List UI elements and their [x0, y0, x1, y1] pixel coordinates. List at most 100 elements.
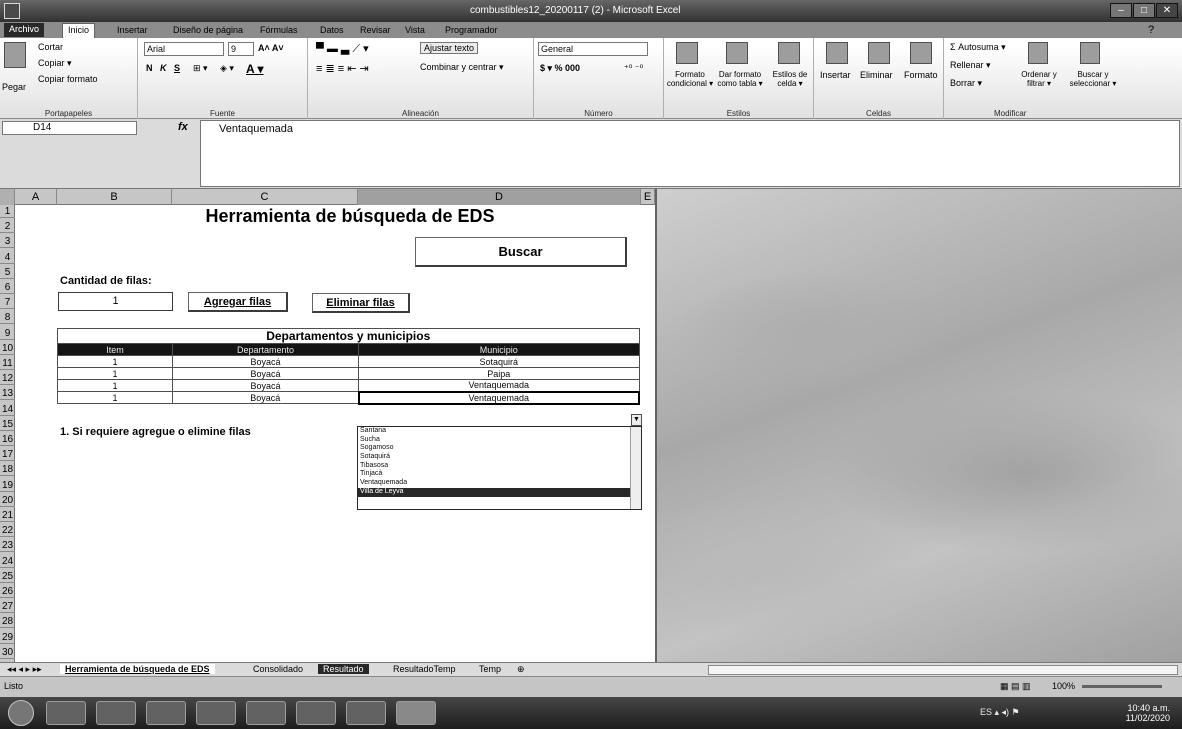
tab-formulas[interactable]: Fórmulas — [255, 24, 303, 36]
fx-icon[interactable]: fx — [178, 121, 188, 133]
sheet-nav-arrows-icon[interactable]: ◂◂ ◂ ▸ ▸▸ — [2, 664, 47, 675]
tab-vista[interactable]: Vista — [400, 24, 430, 36]
cut-button[interactable]: Cortar — [38, 42, 63, 52]
row-header[interactable]: 13 — [0, 387, 15, 401]
table-cell[interactable]: Sotaquirá — [358, 355, 640, 368]
formula-input[interactable]: Ventaquemada — [200, 120, 1180, 187]
add-rows-button[interactable]: Agregar filas — [188, 292, 288, 312]
paste-label[interactable]: Pegar — [2, 82, 26, 92]
row-header[interactable]: 1 — [0, 205, 15, 218]
zoom-level[interactable]: 100% — [1052, 681, 1075, 691]
row-header[interactable]: 25 — [0, 570, 15, 583]
table-cell[interactable]: 1 — [57, 391, 173, 404]
horizontal-scrollbar[interactable] — [708, 665, 1178, 675]
copy-button[interactable]: Copiar ▾ — [38, 58, 72, 69]
delete-cells-icon[interactable] — [868, 42, 890, 64]
row-header[interactable]: 11 — [0, 357, 15, 370]
table-cell[interactable]: Boyacá — [172, 355, 359, 368]
tab-programador[interactable]: Programador — [440, 24, 503, 36]
row-header[interactable]: 26 — [0, 585, 15, 598]
folder-icon[interactable] — [346, 701, 386, 725]
sheet-tab-resultado[interactable]: Resultado — [318, 664, 369, 674]
format-button[interactable]: Formato — [904, 70, 938, 80]
format-painter-button[interactable]: Copiar formato — [38, 74, 98, 84]
row-header[interactable]: 4 — [0, 251, 15, 264]
row-header[interactable]: 29 — [0, 631, 15, 644]
row-header[interactable]: 9 — [0, 327, 15, 340]
remove-rows-button[interactable]: Eliminar filas — [312, 293, 410, 313]
row-header[interactable]: 30 — [0, 646, 15, 659]
row-header[interactable]: 14 — [0, 403, 15, 416]
row-header[interactable]: 3 — [0, 235, 15, 249]
clock[interactable]: 10:40 a.m. 11/02/2020 — [1126, 703, 1170, 723]
sheet-tab-resultadotemp[interactable]: ResultadoTemp — [388, 664, 461, 674]
sort-filter-button[interactable]: Ordenar y filtrar ▾ — [1014, 70, 1064, 88]
autosum-button[interactable]: Σ Autosuma ▾ — [950, 42, 1006, 53]
rows-count-input[interactable]: 1 — [58, 292, 173, 311]
cell-styles-icon[interactable] — [778, 42, 800, 64]
border-icon[interactable]: ⊞ ▾ — [193, 63, 208, 74]
currency-button[interactable]: $ ▾ % 000 — [540, 63, 580, 74]
explorer-icon[interactable] — [96, 701, 136, 725]
row-header[interactable]: 18 — [0, 463, 15, 477]
table-cell[interactable]: Boyacá — [172, 391, 359, 404]
close-button[interactable]: ✕ — [1156, 3, 1178, 18]
conditional-format-button[interactable]: Formato condicional ▾ — [666, 70, 714, 88]
tab-insertar[interactable]: Insertar — [112, 24, 153, 36]
underline-button[interactable]: S — [174, 63, 180, 73]
row-header[interactable]: 22 — [0, 524, 15, 538]
row-header[interactable]: 28 — [0, 615, 15, 629]
search-button[interactable]: Buscar — [415, 237, 627, 267]
table-cell[interactable]: Paipa — [358, 367, 640, 380]
number-format-select[interactable]: General — [538, 42, 648, 56]
dropdown-scrollbar[interactable] — [630, 427, 641, 509]
clear-button[interactable]: Borrar ▾ — [950, 78, 982, 89]
dropdown-option[interactable]: Ventaquemada — [358, 479, 641, 488]
delete-button[interactable]: Eliminar — [860, 70, 893, 80]
conditional-format-icon[interactable] — [676, 42, 698, 64]
selected-cell[interactable]: Ventaquemada — [357, 390, 640, 405]
font-size-select[interactable]: 9 — [228, 42, 254, 56]
dropdown-option-highlighted[interactable]: Villa de Leyva — [358, 487, 641, 497]
start-button-icon[interactable] — [8, 700, 34, 726]
row-header[interactable]: 21 — [0, 509, 15, 522]
table-cell[interactable]: 1 — [57, 355, 173, 368]
bold-button[interactable]: N — [146, 63, 153, 73]
find-select-icon[interactable] — [1080, 42, 1100, 64]
align-left-icon[interactable]: ≡ ≣ ≡ ⇤ ⇥ — [316, 62, 369, 75]
tab-revisar[interactable]: Revisar — [355, 24, 396, 36]
table-cell[interactable]: Ventaquemada — [358, 379, 640, 392]
tab-datos[interactable]: Datos — [315, 24, 349, 36]
align-top-icon[interactable]: ▀ ▬ ▃ ⟋ ▾ — [316, 42, 369, 56]
row-header[interactable]: 10 — [0, 342, 15, 355]
column-header[interactable]: E — [641, 189, 655, 205]
tab-archivo[interactable]: Archivo — [4, 23, 45, 37]
column-header[interactable]: B — [57, 189, 172, 205]
fill-color-icon[interactable]: ◈ ▾ — [220, 63, 234, 74]
row-header[interactable]: 12 — [0, 372, 15, 386]
column-header[interactable]: C — [172, 189, 358, 205]
row-header[interactable]: 2 — [0, 220, 15, 234]
dropdown-option[interactable]: Sotaquirá — [358, 453, 641, 462]
insert-cells-icon[interactable] — [826, 42, 848, 64]
new-sheet-icon[interactable]: ⊕ — [512, 664, 530, 675]
row-header[interactable]: 8 — [0, 311, 15, 325]
sort-filter-icon[interactable] — [1028, 42, 1048, 64]
dropdown-option[interactable]: Sucha — [358, 436, 641, 445]
row-header[interactable]: 19 — [0, 479, 15, 492]
dropdown-option[interactable]: Tibasosa — [358, 462, 641, 471]
merge-center-button[interactable]: Combinar y centrar ▾ — [420, 62, 504, 73]
table-cell[interactable]: 1 — [57, 379, 173, 392]
fill-button[interactable]: Rellenar ▾ — [950, 60, 991, 71]
table-cell[interactable]: Boyacá — [172, 367, 359, 380]
row-header[interactable]: 24 — [0, 555, 15, 568]
view-buttons-icon[interactable]: ▦ ▤ ▥ — [1000, 681, 1031, 692]
row-header[interactable]: 17 — [0, 448, 15, 462]
insert-button[interactable]: Insertar — [820, 70, 851, 80]
dropdown-arrow-button[interactable]: ▼ — [631, 414, 642, 426]
chrome-icon[interactable] — [196, 701, 236, 725]
column-header[interactable]: A — [15, 189, 57, 205]
excel-task-icon[interactable] — [396, 701, 436, 725]
format-as-table-button[interactable]: Dar formato como tabla ▾ — [714, 70, 766, 88]
italic-button[interactable]: K — [160, 63, 167, 73]
